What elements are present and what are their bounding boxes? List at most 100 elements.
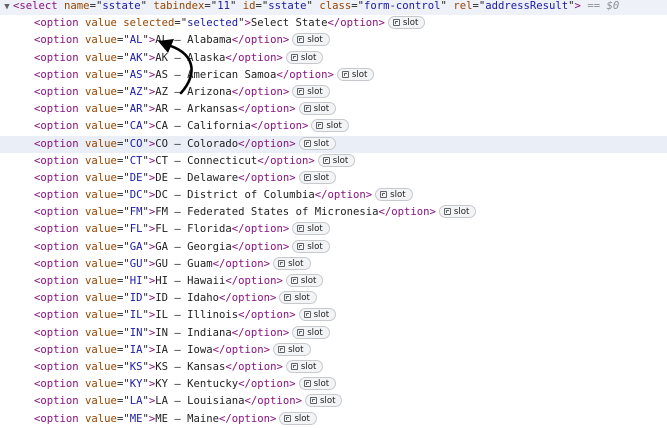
slot-badge[interactable]: slot <box>304 394 343 408</box>
attr-name: value <box>78 378 117 391</box>
option-value: KY <box>129 378 143 391</box>
select-open-tag: <select <box>13 0 58 12</box>
slot-badge[interactable]: slot <box>285 50 324 64</box>
slot-label: slot <box>294 413 310 424</box>
slot-badge[interactable]: slot <box>387 16 426 30</box>
option-open-tag: <option <box>34 137 79 150</box>
slot-badge[interactable]: slot <box>317 153 356 167</box>
attr-name: value <box>78 360 117 373</box>
option-open-tag: <option <box>34 275 79 287</box>
option-node[interactable]: <option value="AS">AS – American Samoa</… <box>0 67 667 84</box>
option-value: GA <box>129 240 143 253</box>
slot-label: slot <box>326 121 342 132</box>
option-node[interactable]: <option value="FM">FM – Federated States… <box>0 204 667 221</box>
slot-badge[interactable]: slot <box>292 33 330 47</box>
attr-value: 11 <box>217 0 230 12</box>
option-value: HI <box>129 275 143 287</box>
option-open-tag: <option <box>34 395 79 408</box>
option-node[interactable]: <option value="AZ">AZ – Arizona</option>… <box>0 84 667 101</box>
option-text: CO – Colorado <box>155 137 239 150</box>
option-value: FL <box>129 223 143 236</box>
attr-equals: =" <box>116 275 130 287</box>
attr-equals: =" <box>116 395 130 408</box>
slot-badge[interactable]: slot <box>292 84 330 98</box>
slot-reveal-icon <box>290 362 298 370</box>
option-open-tag: <option <box>34 189 79 202</box>
slot-badge[interactable]: slot <box>279 291 317 305</box>
option-node[interactable]: <option value="DC">DC – District of Colu… <box>0 187 667 204</box>
slot-badge[interactable]: slot <box>336 67 375 81</box>
slot-reveal-icon <box>284 414 292 422</box>
option-node[interactable]: <option value="KY">KY – Kentucky</option… <box>0 376 667 393</box>
option-close-tag: </option> <box>238 309 296 322</box>
slot-badge[interactable]: slot <box>279 411 317 425</box>
option-text: AR – Arkansas <box>155 103 239 116</box>
option-node[interactable]: <option value="DE">DE – Delaware</option… <box>0 170 667 187</box>
option-node[interactable]: <option value="IL">IL – Illinois</option… <box>0 307 667 324</box>
attr-equals: =" <box>116 257 130 270</box>
option-node[interactable]: <option value="KS">KS – Kansas</option> s… <box>0 359 667 376</box>
slot-label: slot <box>313 138 330 149</box>
select-element-node[interactable]: ▼ <select name="sstate" tabindex="11" id=… <box>0 0 667 16</box>
option-node[interactable]: <option value="ID">ID – Idaho</option> sl… <box>0 290 667 307</box>
slot-reveal-icon <box>290 53 298 61</box>
option-node[interactable]: <option value="AL">AL – Alabama</option>… <box>0 32 667 49</box>
slot-badge[interactable]: slot <box>273 342 311 356</box>
option-open-tag: <option <box>34 257 79 270</box>
option-close-tag: </option> <box>257 154 315 167</box>
option-close-tag: </option> <box>276 68 334 81</box>
attr-name: id <box>242 0 256 12</box>
slot-badge[interactable]: slot <box>285 359 324 373</box>
option-node[interactable]: <option value="IN">IN – Indiana</option>… <box>0 325 667 342</box>
option-node[interactable]: <option value="LA">LA – Louisiana</optio… <box>0 393 667 410</box>
slot-badge[interactable]: slot <box>298 170 337 184</box>
slot-badge[interactable]: slot <box>285 274 324 287</box>
attr-equals: =" <box>116 326 130 339</box>
slot-label: slot <box>300 276 317 286</box>
option-node[interactable]: <option value="CT">CT – Connecticut</opt… <box>0 153 667 170</box>
slot-reveal-icon <box>278 345 286 353</box>
attr-equals: =" <box>116 171 130 184</box>
option-node[interactable]: <option value="CA">CA – California</opti… <box>0 118 667 135</box>
slot-badge[interactable]: slot <box>311 119 349 133</box>
option-node[interactable]: <option value="AR">AR – Arkansas</option… <box>0 101 667 118</box>
option-open-tag: <option <box>34 120 79 133</box>
option-node[interactable]: <option value="IA">IA – Iowa</option> slo… <box>0 342 667 359</box>
option-node[interactable]: <option value="GU">GU – Guam</option> slo… <box>0 256 667 273</box>
slot-badge[interactable]: slot <box>298 308 337 322</box>
slot-label: slot <box>313 104 330 115</box>
slot-label: slot <box>307 327 323 338</box>
dom-tree: ▼ <select name="sstate" tabindex="11" id=… <box>0 0 667 428</box>
attr-equals: =" <box>116 292 130 305</box>
option-node[interactable]: <option value selected="selected">Select… <box>0 15 667 32</box>
option-open-tag: <option <box>34 412 79 425</box>
slot-badge[interactable]: slot <box>298 136 337 150</box>
option-close-tag: </option> <box>212 343 271 356</box>
option-text: LA – Louisiana <box>155 395 245 408</box>
slot-badge[interactable]: slot <box>292 222 330 236</box>
option-open-tag: <option <box>34 154 79 167</box>
slot-badge[interactable]: slot <box>438 205 477 219</box>
option-node[interactable]: <option value="CO">CO – Colorado</option… <box>0 135 667 153</box>
slot-badge[interactable]: slot <box>273 256 311 270</box>
option-node[interactable]: <option value="FL">FL – Florida</option>… <box>0 221 667 238</box>
slot-reveal-icon <box>303 139 311 147</box>
option-node[interactable]: <option value="HI">HI – Hawaii</option> s… <box>0 273 667 290</box>
option-node[interactable]: <option value="ME">ME – Maine</option> sl… <box>0 411 667 428</box>
slot-label: slot <box>307 35 323 46</box>
option-text: GA – Georgia <box>155 240 232 253</box>
slot-reveal-icon <box>290 277 298 284</box>
slot-badge[interactable]: slot <box>298 377 337 391</box>
slot-badge[interactable]: slot <box>292 239 330 253</box>
option-open-tag: <option <box>34 309 79 322</box>
expand-toggle-icon[interactable]: ▼ <box>1 0 13 16</box>
slot-badge[interactable]: slot <box>375 188 413 202</box>
option-open-tag: <option <box>34 378 79 391</box>
attr-name: value <box>78 51 117 64</box>
slot-badge[interactable]: slot <box>292 325 330 339</box>
option-close-tag: </option> <box>225 51 283 64</box>
option-open-tag: <option <box>34 292 79 305</box>
option-node[interactable]: <option value="AK">AK – Alaska</option> s… <box>0 50 667 67</box>
option-node[interactable]: <option value="GA">GA – Georgia</option>… <box>0 239 667 256</box>
slot-badge[interactable]: slot <box>298 102 337 116</box>
